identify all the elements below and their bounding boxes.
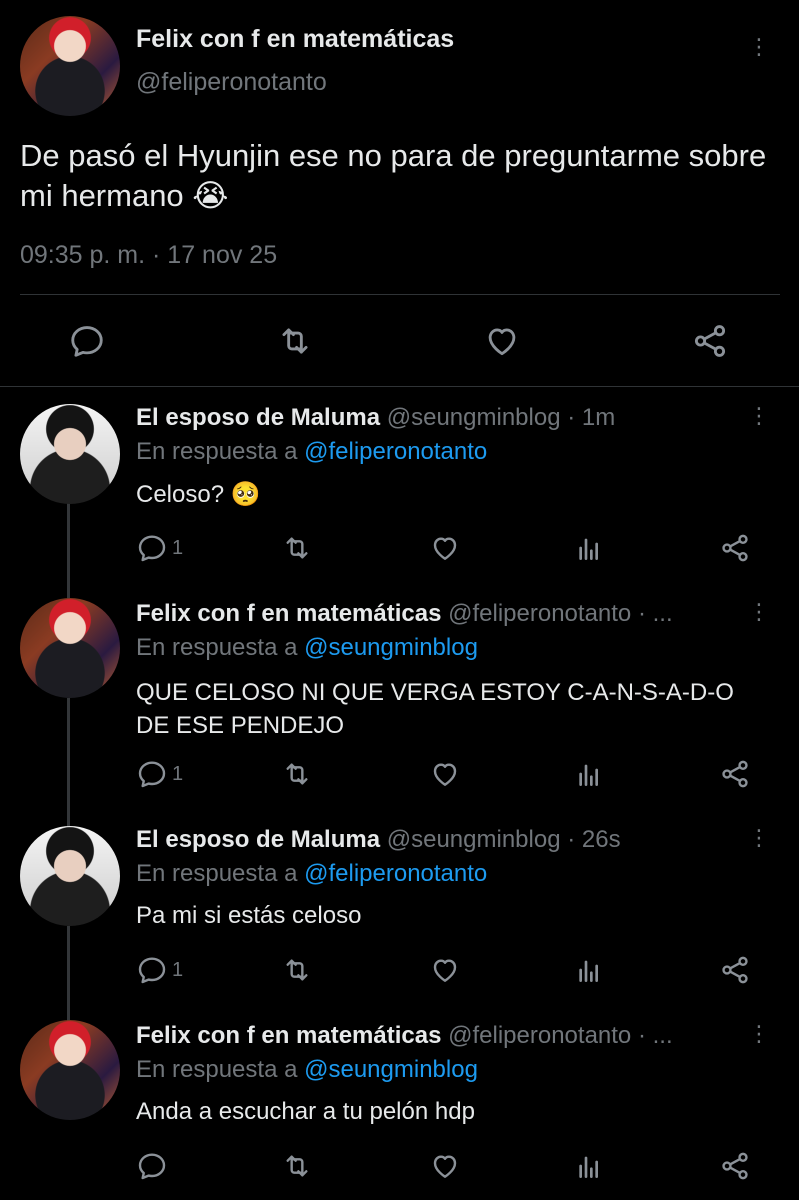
avatar[interactable] bbox=[20, 404, 120, 504]
tweet-text-line: QUE CELOSO NI QUE VERGA ESTOY C-A-N-S-A-… bbox=[136, 679, 734, 706]
comment-icon[interactable] bbox=[136, 758, 168, 790]
divider bbox=[20, 294, 780, 295]
reply-count: 1 bbox=[172, 763, 184, 785]
handle[interactable]: @feliperonotanto bbox=[136, 68, 327, 97]
reply-prefix: En respuesta a bbox=[136, 1056, 298, 1083]
avatar[interactable] bbox=[20, 826, 120, 926]
reply-prefix: En respuesta a bbox=[136, 438, 298, 465]
thread-line bbox=[67, 498, 70, 600]
comment-icon[interactable] bbox=[136, 1150, 168, 1182]
reply-count: 1 bbox=[172, 537, 184, 559]
analytics-icon[interactable] bbox=[574, 758, 606, 790]
share-icon[interactable] bbox=[718, 532, 752, 564]
heart-icon[interactable] bbox=[482, 322, 522, 360]
display-name[interactable]: El esposo de Maluma bbox=[136, 404, 380, 431]
handle-time[interactable]: @seungminblog · 1m bbox=[387, 404, 615, 431]
share-icon[interactable] bbox=[690, 322, 730, 360]
more-vertical-icon[interactable]: ⋮ bbox=[748, 601, 770, 623]
timestamp: 09:35 p. m. · 17 nov 25 bbox=[20, 241, 278, 269]
more-vertical-icon[interactable]: ⋮ bbox=[748, 827, 770, 849]
handle-time[interactable]: @feliperonotanto · ... bbox=[448, 600, 672, 627]
share-icon[interactable] bbox=[718, 1150, 752, 1182]
comment-icon[interactable] bbox=[136, 532, 168, 564]
avatar[interactable] bbox=[20, 16, 120, 116]
more-vertical-icon[interactable]: ⋮ bbox=[748, 405, 770, 427]
thread-line bbox=[67, 698, 70, 828]
comment-icon[interactable] bbox=[68, 322, 106, 360]
tweet-text: Anda a escuchar a tu pelón hdp bbox=[136, 1098, 475, 1125]
retweet-icon[interactable] bbox=[275, 322, 315, 360]
heart-icon[interactable] bbox=[428, 532, 462, 564]
retweet-icon[interactable] bbox=[280, 532, 314, 564]
thread-line bbox=[67, 926, 70, 1026]
analytics-icon[interactable] bbox=[574, 532, 606, 564]
display-name[interactable]: Felix con f en matemáticas bbox=[136, 25, 454, 54]
more-vertical-icon[interactable]: ⋮ bbox=[748, 36, 770, 58]
retweet-icon[interactable] bbox=[280, 954, 314, 986]
tweet-text-line: DE ESE PENDEJO bbox=[136, 712, 345, 739]
heart-icon[interactable] bbox=[428, 758, 462, 790]
retweet-icon[interactable] bbox=[280, 758, 314, 790]
reply-prefix: En respuesta a bbox=[136, 860, 298, 887]
avatar[interactable] bbox=[20, 1020, 120, 1120]
tweet-text: QUE CELOSO NI QUE VERGA ESTOY C-A-N-S-A-… bbox=[136, 676, 734, 742]
display-name[interactable]: Felix con f en matemáticas bbox=[136, 600, 441, 627]
reply-to-link[interactable]: @seungminblog bbox=[304, 1056, 478, 1083]
comment-icon[interactable] bbox=[136, 954, 168, 986]
reply-to-link[interactable]: @feliperonotanto bbox=[304, 860, 487, 887]
share-icon[interactable] bbox=[718, 954, 752, 986]
display-name[interactable]: Felix con f en matemáticas bbox=[136, 1022, 441, 1049]
avatar[interactable] bbox=[20, 598, 120, 698]
heart-icon[interactable] bbox=[428, 1150, 462, 1182]
handle-time[interactable]: @feliperonotanto · ... bbox=[448, 1022, 672, 1049]
handle-time[interactable]: @seungminblog · 26s bbox=[387, 826, 621, 853]
reply-prefix: En respuesta a bbox=[136, 634, 298, 661]
tweet-text: Celoso? 🥺 bbox=[136, 481, 261, 508]
reply-to-link[interactable]: @seungminblog bbox=[304, 634, 478, 661]
more-vertical-icon[interactable]: ⋮ bbox=[748, 1023, 770, 1045]
divider bbox=[0, 386, 799, 387]
reply-to-link[interactable]: @feliperonotanto bbox=[304, 438, 487, 465]
analytics-icon[interactable] bbox=[574, 1150, 606, 1182]
retweet-icon[interactable] bbox=[280, 1150, 314, 1182]
heart-icon[interactable] bbox=[428, 954, 462, 986]
analytics-icon[interactable] bbox=[574, 954, 606, 986]
tweet-text: De pasó el Hyunjin ese no para de pregun… bbox=[20, 138, 767, 213]
tweet-text: Pa mi si estás celoso bbox=[136, 902, 362, 929]
reply-count: 1 bbox=[172, 959, 184, 981]
share-icon[interactable] bbox=[718, 758, 752, 790]
display-name[interactable]: El esposo de Maluma bbox=[136, 826, 380, 853]
